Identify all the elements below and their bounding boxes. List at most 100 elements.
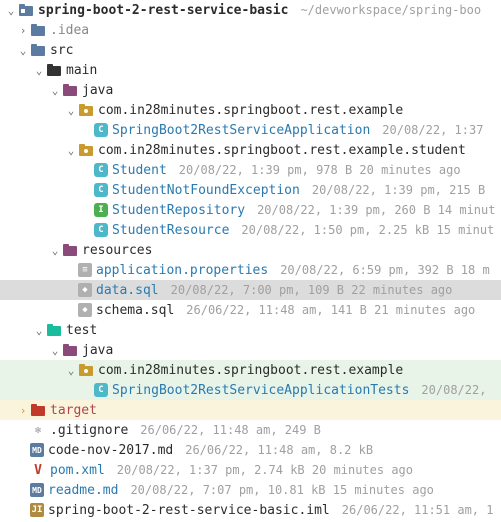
tree-item-package-student[interactable]: ⌄ com.in28minutes.springboot.rest.exampl… bbox=[0, 140, 501, 160]
source-folder-icon bbox=[62, 82, 78, 98]
tree-item-readme[interactable]: › MD readme.md 20/08/22, 7:07 pm, 10.81 … bbox=[0, 480, 501, 500]
collapse-icon: ⌄ bbox=[64, 144, 78, 157]
file-meta: 20/08/22, 6:59 pm, 392 B 18 m bbox=[280, 263, 490, 277]
collapse-icon: ⌄ bbox=[48, 344, 62, 357]
markdown-file-icon: MD bbox=[30, 483, 44, 497]
item-label: code-nov-2017.md bbox=[48, 443, 173, 458]
tree-item-target[interactable]: › target bbox=[0, 400, 501, 420]
tree-item-gitignore[interactable]: › ✻ .gitignore 26/06/22, 11:48 am, 249 B bbox=[0, 420, 501, 440]
file-meta: 20/08/22, 7:07 pm, 10.81 kB 15 minutes a… bbox=[130, 483, 433, 497]
excluded-folder-icon bbox=[30, 402, 46, 418]
tree-item-app-tests[interactable]: › C SpringBoot2RestServiceApplicationTes… bbox=[0, 380, 501, 400]
file-meta: 26/06/22, 11:48 am, 8.2 kB bbox=[185, 443, 373, 457]
folder-icon bbox=[30, 42, 46, 58]
tree-item-src[interactable]: ⌄ src bbox=[0, 40, 501, 60]
collapse-icon: ⌄ bbox=[64, 364, 78, 377]
item-label: com.in28minutes.springboot.rest.example bbox=[98, 103, 403, 118]
item-label: java bbox=[82, 83, 113, 98]
file-meta: 20/08/22, 1:37 bbox=[382, 123, 483, 137]
tree-item-iml[interactable]: › JI spring-boot-2-rest-service-basic.im… bbox=[0, 500, 501, 520]
file-meta: 20/08/22, 1:37 pm, 2.74 kB 20 minutes ag… bbox=[117, 463, 413, 477]
project-path: ~/devworkspace/spring-boo bbox=[300, 3, 481, 17]
file-meta: 26/06/22, 11:48 am, 249 B bbox=[140, 423, 321, 437]
item-label: .idea bbox=[50, 23, 89, 38]
properties-file-icon: ≡ bbox=[78, 263, 92, 277]
collapse-icon: ⌄ bbox=[32, 64, 46, 77]
item-label: pom.xml bbox=[50, 463, 105, 478]
file-meta: 20/08/22, 1:39 pm, 978 B 20 minutes ago bbox=[179, 163, 461, 177]
tree-item-datasql[interactable]: › ◆ data.sql 20/08/22, 7:00 pm, 109 B 22… bbox=[0, 280, 501, 300]
tree-item-package-test[interactable]: ⌄ com.in28minutes.springboot.rest.exampl… bbox=[0, 360, 501, 380]
tree-item-student[interactable]: › C Student 20/08/22, 1:39 pm, 978 B 20 … bbox=[0, 160, 501, 180]
package-icon bbox=[78, 142, 94, 158]
item-label: data.sql bbox=[96, 283, 159, 298]
interface-icon: I bbox=[94, 203, 108, 217]
item-label: Student bbox=[112, 163, 167, 178]
tree-item-resources[interactable]: ⌄ resources bbox=[0, 240, 501, 260]
resources-folder-icon bbox=[62, 242, 78, 258]
tree-item-main[interactable]: ⌄ main bbox=[0, 60, 501, 80]
maven-file-icon: V bbox=[30, 462, 46, 478]
iml-file-icon: JI bbox=[30, 503, 44, 517]
item-label: target bbox=[50, 403, 97, 418]
tree-item-snfe[interactable]: › C StudentNotFoundException 20/08/22, 1… bbox=[0, 180, 501, 200]
class-icon: C bbox=[94, 223, 108, 237]
tree-item-java[interactable]: ⌄ java bbox=[0, 80, 501, 100]
file-meta: 20/08/22, 1:39 pm, 260 B 14 minut bbox=[257, 203, 495, 217]
project-root[interactable]: ⌄ spring-boot-2-rest-service-basic ~/dev… bbox=[0, 0, 501, 20]
collapse-icon: ⌄ bbox=[48, 84, 62, 97]
tree-item-java-test[interactable]: ⌄ java bbox=[0, 340, 501, 360]
item-label: StudentNotFoundException bbox=[112, 183, 300, 198]
project-folder-icon bbox=[18, 2, 34, 18]
item-label: src bbox=[50, 43, 73, 58]
folder-icon bbox=[30, 22, 46, 38]
item-label: java bbox=[82, 343, 113, 358]
file-meta: 26/06/22, 11:48 am, 141 B 21 minutes ago bbox=[186, 303, 475, 317]
tree-item-codenov[interactable]: › MD code-nov-2017.md 26/06/22, 11:48 am… bbox=[0, 440, 501, 460]
tree-item-schemasql[interactable]: › ◆ schema.sql 26/06/22, 11:48 am, 141 B… bbox=[0, 300, 501, 320]
expand-icon: › bbox=[16, 404, 30, 417]
item-label: com.in28minutes.springboot.rest.example.… bbox=[98, 143, 466, 158]
class-icon: C bbox=[94, 183, 108, 197]
collapse-icon: ⌄ bbox=[48, 244, 62, 257]
tree-item-sres[interactable]: › C StudentResource 20/08/22, 1:50 pm, 2… bbox=[0, 220, 501, 240]
project-name: spring-boot-2-rest-service-basic bbox=[38, 3, 288, 18]
item-label: resources bbox=[82, 243, 152, 258]
folder-icon bbox=[46, 62, 62, 78]
item-label: .gitignore bbox=[50, 423, 128, 438]
collapse-icon: ⌄ bbox=[64, 104, 78, 117]
item-label: spring-boot-2-rest-service-basic.iml bbox=[48, 503, 330, 518]
item-label: test bbox=[66, 323, 97, 338]
tree-item-appprops[interactable]: › ≡ application.properties 20/08/22, 6:5… bbox=[0, 260, 501, 280]
collapse-icon: ⌄ bbox=[4, 4, 18, 17]
class-icon: C bbox=[94, 383, 108, 397]
tree-item-pom[interactable]: › V pom.xml 20/08/22, 1:37 pm, 2.74 kB 2… bbox=[0, 460, 501, 480]
file-meta: 20/08/22, 1:50 pm, 2.25 kB 15 minut bbox=[241, 223, 494, 237]
tree-item-test[interactable]: ⌄ test bbox=[0, 320, 501, 340]
file-meta: 20/08/22, 1:39 pm, 215 B bbox=[312, 183, 485, 197]
file-meta: 20/08/22, bbox=[421, 383, 486, 397]
test-folder-icon bbox=[46, 322, 62, 338]
item-label: main bbox=[66, 63, 97, 78]
file-meta: 20/08/22, 7:00 pm, 109 B 22 minutes ago bbox=[171, 283, 453, 297]
package-icon bbox=[78, 362, 94, 378]
class-icon: C bbox=[94, 163, 108, 177]
tree-item-idea[interactable]: › .idea bbox=[0, 20, 501, 40]
collapse-icon: ⌄ bbox=[16, 44, 30, 57]
sql-file-icon: ◆ bbox=[78, 283, 92, 297]
item-label: SpringBoot2RestServiceApplication bbox=[112, 123, 370, 138]
gitignore-file-icon: ✻ bbox=[30, 422, 46, 438]
file-meta: 26/06/22, 11:51 am, 1 bbox=[342, 503, 494, 517]
markdown-file-icon: MD bbox=[30, 443, 44, 457]
tree-item-package[interactable]: ⌄ com.in28minutes.springboot.rest.exampl… bbox=[0, 100, 501, 120]
sql-file-icon: ◆ bbox=[78, 303, 92, 317]
item-label: StudentResource bbox=[112, 223, 229, 238]
tree-item-app-class[interactable]: › C SpringBoot2RestServiceApplication 20… bbox=[0, 120, 501, 140]
package-icon bbox=[78, 102, 94, 118]
class-icon: C bbox=[94, 123, 108, 137]
item-label: com.in28minutes.springboot.rest.example bbox=[98, 363, 403, 378]
item-label: readme.md bbox=[48, 483, 118, 498]
tree-item-srepo[interactable]: › I StudentRepository 20/08/22, 1:39 pm,… bbox=[0, 200, 501, 220]
item-label: schema.sql bbox=[96, 303, 174, 318]
source-folder-icon bbox=[62, 342, 78, 358]
